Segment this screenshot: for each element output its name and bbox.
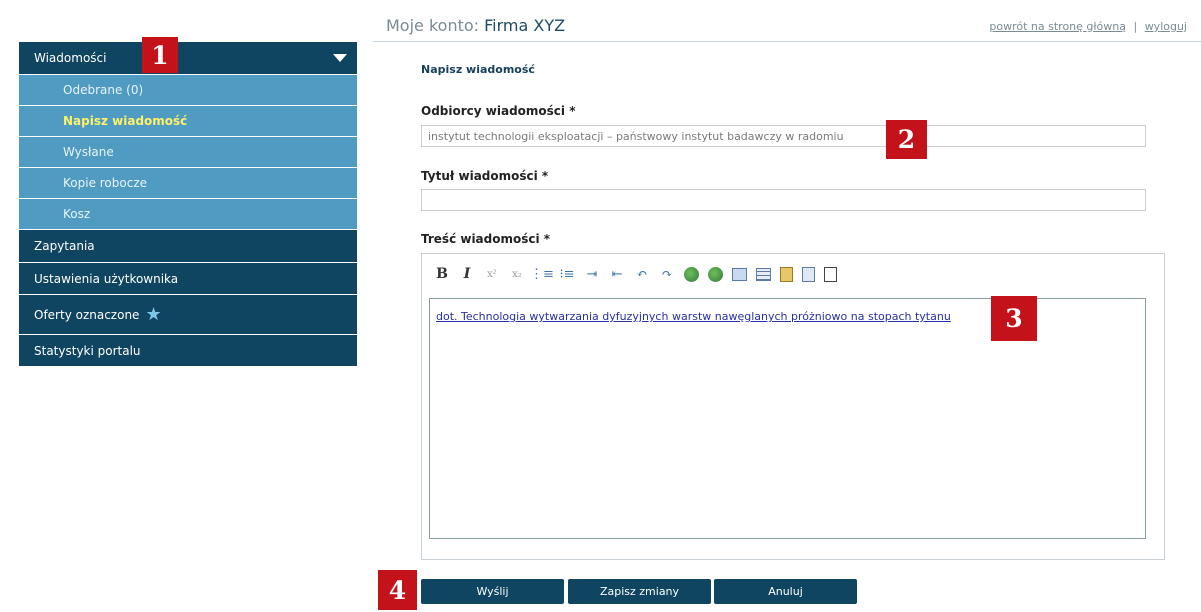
- sidebar-item-label: Oferty oznaczone: [34, 307, 140, 322]
- sidebar-item-compose[interactable]: Napisz wiadomość: [19, 106, 357, 137]
- sidebar-item-label: Zapytania: [34, 239, 95, 253]
- sidebar-item-label: Odebrane (0): [63, 83, 144, 97]
- preview-icon[interactable]: [824, 266, 837, 282]
- step-marker-3: 3: [991, 296, 1037, 341]
- sidebar-item-label: Wysłane: [63, 145, 114, 159]
- sidebar-item-label: Statystyki portalu: [34, 343, 141, 358]
- editor-toolbar: B I x² x₂ ⋮≡ ⁝≡ ⇥ ⇤ ↶ ↷: [434, 266, 837, 282]
- subject-label: Tytuł wiadomości *: [421, 169, 549, 183]
- unlink-icon[interactable]: [708, 266, 723, 282]
- unordered-list-icon[interactable]: ⁝≡: [559, 266, 575, 282]
- sidebar-item-starred-offers[interactable]: Oferty oznaczone ★: [19, 295, 357, 335]
- subscript-icon[interactable]: x₂: [509, 266, 525, 282]
- recipients-field[interactable]: instytut technologii eksploatacji – pańs…: [421, 125, 1146, 147]
- step-marker-1: 1: [142, 37, 178, 73]
- sidebar-item-drafts[interactable]: Kopie robocze: [19, 168, 357, 199]
- home-link[interactable]: powrót na stronę główną: [989, 20, 1126, 33]
- ordered-list-icon[interactable]: ⋮≡: [530, 266, 554, 282]
- sidebar-item-portal-stats[interactable]: Statystyki portalu: [19, 335, 357, 366]
- message-body-area[interactable]: dot. Technologia wytwarzania dyfuzyjnych…: [429, 298, 1146, 539]
- link-icon[interactable]: [684, 266, 699, 282]
- company-name: Firma XYZ: [484, 16, 566, 35]
- message-body-link[interactable]: dot. Technologia wytwarzania dyfuzyjnych…: [436, 310, 951, 323]
- italic-icon[interactable]: I: [459, 266, 475, 282]
- sidebar-nav: Wiadomości Odebrane (0) Napisz wiadomość…: [19, 42, 357, 366]
- header-links: powrót na stronę główną | wyloguj: [989, 20, 1187, 33]
- sidebar-item-label: Wiadomości: [34, 51, 107, 65]
- sidebar-item-messages[interactable]: Wiadomości: [19, 42, 357, 75]
- chevron-down-icon: [333, 54, 347, 62]
- subject-field[interactable]: [421, 189, 1146, 211]
- form-title: Napisz wiadomość: [421, 63, 535, 76]
- bold-icon[interactable]: B: [434, 266, 450, 282]
- sidebar-item-label: Ustawienia użytkownika: [34, 271, 179, 286]
- sidebar-item-user-settings[interactable]: Ustawienia użytkownika: [19, 263, 357, 295]
- superscript-icon[interactable]: x²: [484, 266, 500, 282]
- paste-word-icon[interactable]: [802, 266, 815, 282]
- sidebar-item-inbox[interactable]: Odebrane (0): [19, 75, 357, 106]
- logout-link[interactable]: wyloguj: [1145, 20, 1187, 33]
- page-title-prefix: Moje konto:: [386, 16, 480, 35]
- recipients-label: Odbiorcy wiadomości *: [421, 104, 576, 118]
- save-button[interactable]: Zapisz zmiany: [568, 579, 711, 604]
- indent-icon[interactable]: ⇥: [584, 266, 600, 282]
- send-button[interactable]: Wyślij: [421, 579, 564, 604]
- paste-icon[interactable]: [780, 266, 793, 282]
- rich-text-editor: B I x² x₂ ⋮≡ ⁝≡ ⇥ ⇤ ↶ ↷ dot. Technologia…: [421, 253, 1165, 560]
- redo-icon[interactable]: ↷: [659, 266, 675, 282]
- sidebar-item-inquiries[interactable]: Zapytania: [19, 230, 357, 263]
- table-icon[interactable]: [756, 267, 771, 281]
- page-header: Moje konto: Firma XYZ powrót na stronę g…: [373, 0, 1201, 42]
- undo-icon[interactable]: ↶: [634, 266, 650, 282]
- step-marker-2: 2: [886, 120, 927, 159]
- body-label: Treść wiadomości *: [421, 232, 551, 246]
- sidebar-item-label: Kosz: [63, 207, 91, 221]
- outdent-icon[interactable]: ⇤: [609, 266, 625, 282]
- page-title: Moje konto: Firma XYZ: [386, 16, 565, 35]
- cancel-button[interactable]: Anuluj: [714, 579, 857, 604]
- image-icon[interactable]: [732, 267, 747, 281]
- sidebar-item-label: Kopie robocze: [63, 176, 148, 190]
- link-separator: |: [1133, 20, 1138, 33]
- sidebar-item-sent[interactable]: Wysłane: [19, 137, 357, 168]
- star-icon: ★: [145, 303, 162, 325]
- sidebar-item-label: Napisz wiadomość: [63, 114, 188, 128]
- step-marker-4: 4: [378, 570, 417, 610]
- sidebar-item-trash[interactable]: Kosz: [19, 199, 357, 230]
